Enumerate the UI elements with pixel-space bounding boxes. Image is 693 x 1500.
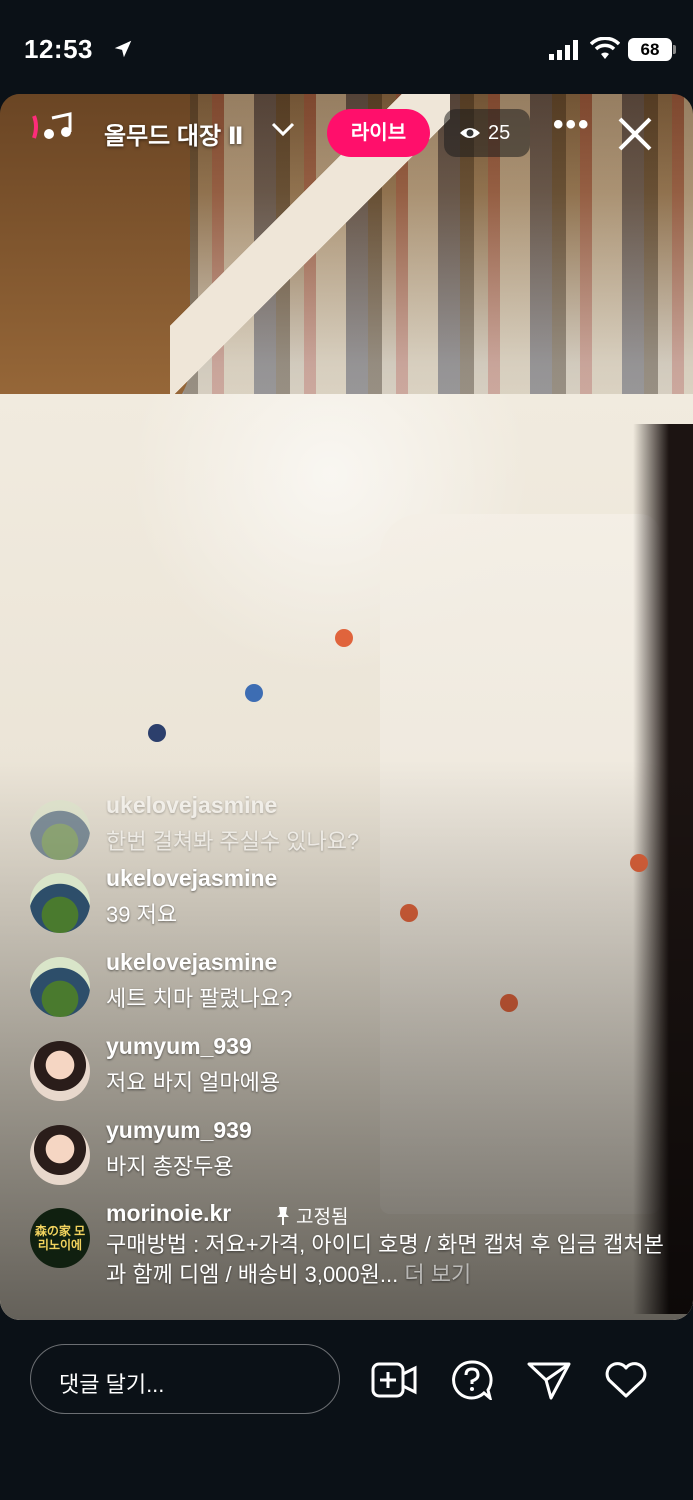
cellular-signal-icon	[549, 40, 578, 60]
avatar-logo[interactable]: 森の家 모리노이에	[30, 1208, 90, 1268]
avatar[interactable]	[30, 1125, 90, 1185]
embroidered-flower	[335, 629, 353, 647]
wifi-icon	[590, 37, 620, 59]
pinned-body: 구매방법 : 저요+가격, 아이디 호명 / 화면 캡쳐 후 입금 캡처본과 함…	[106, 1232, 664, 1287]
battery-cap	[673, 45, 676, 54]
comment-placeholder: 댓글 달기...	[59, 1372, 165, 1397]
avatar[interactable]	[30, 1041, 90, 1101]
viewer-count-badge[interactable]: 25	[444, 109, 530, 157]
live-video-feed[interactable]	[0, 94, 693, 1320]
comment-text: 저요 바지 얼마에용	[106, 1070, 281, 1095]
avatar[interactable]	[30, 957, 90, 1017]
comment-text: 39 저요	[106, 902, 178, 927]
comment-username[interactable]: ukelovejasmine	[106, 792, 277, 819]
battery-indicator: 68	[628, 38, 672, 61]
add-video-guest-icon[interactable]	[371, 1360, 417, 1400]
close-icon[interactable]	[615, 114, 655, 154]
avatar[interactable]	[30, 800, 90, 860]
viewer-count: 25	[488, 122, 511, 144]
comment-username[interactable]: ukelovejasmine	[106, 949, 277, 976]
status-bar: 12:53 68	[0, 0, 693, 95]
comment-username[interactable]: yumyum_939	[106, 1033, 252, 1060]
eye-icon	[460, 128, 480, 138]
pinned-indicator: 고정됨	[276, 1202, 348, 1229]
channel-name[interactable]: 올무드 대장 Ⅱ	[104, 116, 244, 151]
comment-text: 바지 총장두용	[106, 1154, 234, 1179]
pin-icon	[277, 1206, 289, 1225]
share-send-icon[interactable]	[526, 1360, 572, 1400]
bottom-bar: 댓글 달기...	[0, 1322, 693, 1500]
live-header: 올무드 대장 Ⅱ 라이브 25 •••	[0, 94, 693, 174]
comment-username[interactable]: ukelovejasmine	[106, 865, 277, 892]
comment-text: 한번 걸쳐봐 주실수 있나요?	[106, 829, 360, 854]
comment-text: 세트 치마 팔렸나요?	[106, 986, 293, 1011]
comment-input[interactable]: 댓글 달기...	[30, 1344, 340, 1414]
question-icon[interactable]	[450, 1360, 496, 1400]
chevron-down-icon[interactable]	[270, 120, 296, 138]
music-note-icon	[32, 112, 72, 139]
avatar[interactable]	[30, 873, 90, 933]
pinned-comment-text: 구매방법 : 저요+가격, 아이디 호명 / 화면 캡쳐 후 입금 캡처본과 함…	[106, 1230, 666, 1290]
heart-icon[interactable]	[603, 1360, 649, 1400]
comment-username[interactable]: yumyum_939	[106, 1117, 252, 1144]
embroidered-flower	[245, 684, 263, 702]
pinned-label: 고정됨	[296, 1207, 349, 1228]
live-badge: 라이브	[327, 109, 430, 157]
embroidered-flower	[148, 724, 166, 742]
status-time: 12:53	[24, 34, 93, 64]
more-options-icon[interactable]: •••	[553, 110, 593, 140]
comment-username[interactable]: morinoie.kr	[106, 1200, 231, 1227]
see-more-link[interactable]: 더 보기	[404, 1262, 471, 1287]
location-arrow-icon	[114, 40, 132, 58]
